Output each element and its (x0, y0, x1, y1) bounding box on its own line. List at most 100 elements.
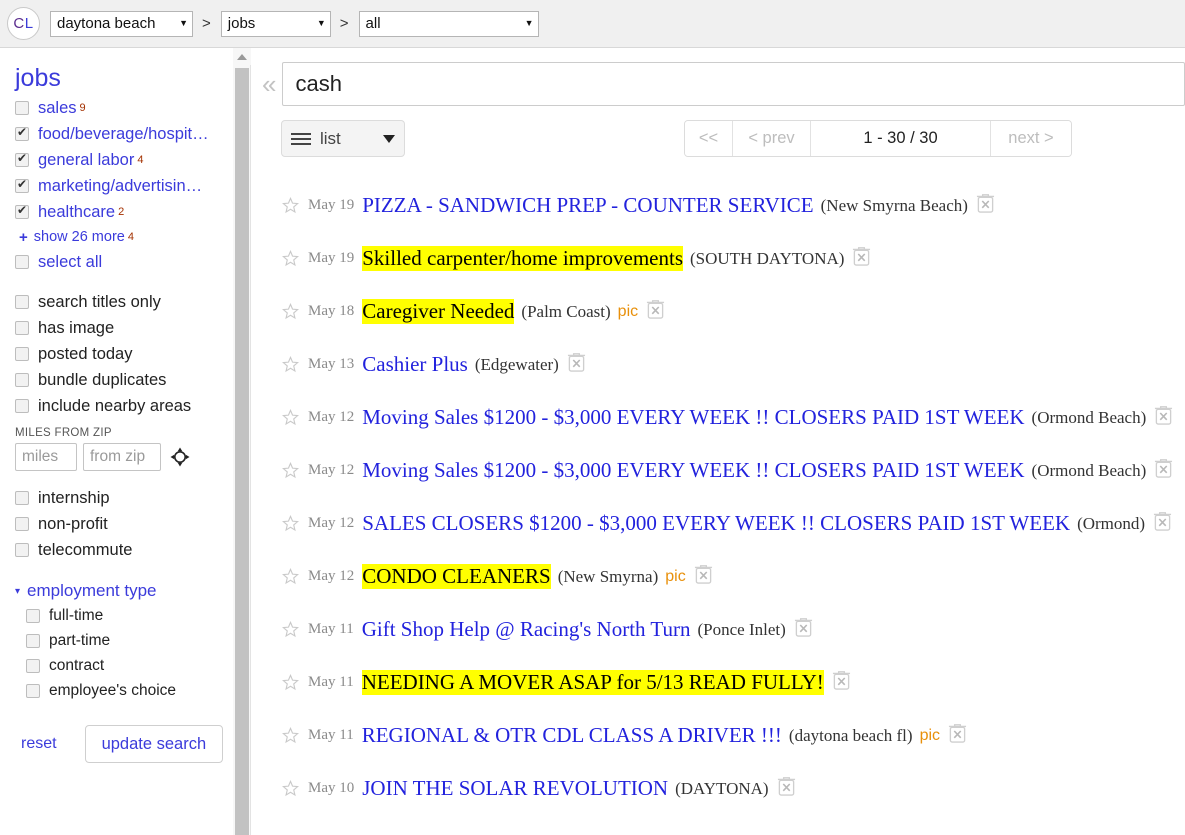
hide-listing-icon[interactable] (694, 564, 713, 584)
hide-listing-button[interactable] (686, 564, 713, 589)
scroll-up-button[interactable] (233, 48, 251, 65)
favorite-star-icon[interactable] (282, 780, 299, 797)
favorite-star-icon[interactable] (282, 515, 299, 532)
select-all-checkbox[interactable] (15, 255, 29, 269)
hide-listing-button[interactable] (638, 299, 665, 324)
sidebar-item-employment-1[interactable]: part-time (15, 628, 233, 653)
search-input[interactable] (282, 62, 1185, 106)
sidebar-item-employment-2[interactable]: contract (15, 653, 233, 678)
sidebar-item-employment-0[interactable]: full-time (15, 603, 233, 628)
listing-row[interactable]: May 11Gift Shop Help @ Racing's North Tu… (252, 603, 1185, 656)
sidebar-item-filter-1[interactable]: has image (15, 315, 233, 341)
hide-listing-button[interactable] (940, 723, 967, 748)
hide-listing-button[interactable] (559, 352, 586, 377)
hide-listing-button[interactable] (1146, 405, 1173, 430)
craigslist-logo[interactable]: CL (7, 7, 40, 40)
hide-listing-button[interactable] (769, 776, 796, 801)
favorite-star-icon[interactable] (282, 462, 299, 479)
miles-input[interactable]: miles (15, 443, 77, 471)
sidebar-item-select-all[interactable]: select all (15, 249, 233, 275)
hide-listing-icon[interactable] (1154, 458, 1173, 478)
checkbox[interactable] (26, 684, 40, 698)
checkbox[interactable] (15, 127, 29, 141)
sidebar-item-flag-0[interactable]: internship (15, 485, 233, 511)
checkbox[interactable] (15, 153, 29, 167)
checkbox[interactable] (15, 399, 29, 413)
sidebar-item-flag-2[interactable]: telecommute (15, 537, 233, 563)
checkbox[interactable] (15, 179, 29, 193)
hide-listing-icon[interactable] (852, 246, 871, 266)
sidebar-item-category-1[interactable]: food/beverage/hospit… (15, 121, 233, 147)
view-mode-select[interactable]: list (281, 120, 405, 157)
listing-title-link[interactable]: Cashier Plus (362, 352, 468, 377)
sidebar-item-category-0[interactable]: sales9 (15, 95, 233, 121)
hide-listing-icon[interactable] (832, 670, 851, 690)
hide-listing-button[interactable] (1145, 511, 1172, 536)
category-select[interactable]: jobs ▼ (221, 11, 331, 37)
sidebar-item-category-2[interactable]: general labor4 (15, 147, 233, 173)
listing-title-link[interactable]: JOIN THE SOLAR REVOLUTION (362, 776, 668, 801)
favorite-star-icon[interactable] (282, 727, 299, 744)
listing-row[interactable]: May 12SALES CLOSERS $1200 - $3,000 EVERY… (252, 497, 1185, 550)
listing-row[interactable]: May 11REGIONAL & OTR CDL CLASS A DRIVER … (252, 709, 1185, 762)
listing-row[interactable]: May 18Caregiver Needed(Palm Coast)pic (252, 285, 1185, 338)
favorite-star-icon[interactable] (282, 568, 299, 585)
hide-listing-icon[interactable] (794, 617, 813, 637)
listing-row[interactable]: May 12Moving Sales $1200 - $3,000 EVERY … (252, 391, 1185, 444)
show-more-categories[interactable]: + show 26 more 4 (15, 225, 233, 249)
checkbox[interactable] (15, 373, 29, 387)
sidebar-item-category-4[interactable]: healthcare2 (15, 199, 233, 225)
listing-row[interactable]: May 13Cashier Plus(Edgewater) (252, 338, 1185, 391)
listing-row[interactable]: May 12CONDO CLEANERS(New Smyrna)pic (252, 550, 1185, 603)
next-page-button[interactable]: next > (991, 121, 1071, 156)
hide-listing-icon[interactable] (1154, 405, 1173, 425)
sidebar-item-flag-1[interactable]: non-profit (15, 511, 233, 537)
listing-title-link[interactable]: SALES CLOSERS $1200 - $3,000 EVERY WEEK … (362, 511, 1070, 536)
favorite-star-icon[interactable] (282, 674, 299, 691)
checkbox[interactable] (15, 543, 29, 557)
checkbox[interactable] (26, 659, 40, 673)
hide-listing-icon[interactable] (948, 723, 967, 743)
sidebar-scrollbar[interactable] (233, 48, 251, 835)
hide-listing-button[interactable] (844, 246, 871, 271)
favorite-star-icon[interactable] (282, 409, 299, 426)
listing-row[interactable]: May 11NEEDING A MOVER ASAP for 5/13 READ… (252, 656, 1185, 709)
prev-page-button[interactable]: < prev (733, 121, 811, 156)
checkbox[interactable] (26, 634, 40, 648)
checkbox[interactable] (15, 491, 29, 505)
hide-listing-icon[interactable] (646, 299, 665, 319)
reset-button[interactable]: reset (21, 735, 57, 753)
hide-listing-icon[interactable] (1153, 511, 1172, 531)
hide-listing-icon[interactable] (567, 352, 586, 372)
hide-listing-icon[interactable] (976, 193, 995, 213)
sidebar-item-category-3[interactable]: marketing/advertisin… (15, 173, 233, 199)
listing-row[interactable]: May 19Skilled carpenter/home improvement… (252, 232, 1185, 285)
checkbox[interactable] (15, 347, 29, 361)
favorite-star-icon[interactable] (282, 621, 299, 638)
hide-listing-button[interactable] (968, 193, 995, 218)
hide-listing-icon[interactable] (777, 776, 796, 796)
update-search-button[interactable]: update search (85, 725, 224, 763)
checkbox[interactable] (26, 609, 40, 623)
listing-title-link[interactable]: Moving Sales $1200 - $3,000 EVERY WEEK !… (362, 405, 1024, 430)
favorite-star-icon[interactable] (282, 250, 299, 267)
listing-title-link[interactable]: CONDO CLEANERS (362, 564, 550, 589)
subcategory-select[interactable]: all ▼ (359, 11, 539, 37)
employment-type-header[interactable]: ▾ employment type (15, 581, 233, 601)
collapse-sidebar-icon[interactable]: « (262, 62, 276, 106)
listing-title-link[interactable]: PIZZA - SANDWICH PREP - COUNTER SERVICE (362, 193, 813, 218)
checkbox[interactable] (15, 295, 29, 309)
checkbox[interactable] (15, 321, 29, 335)
sidebar-item-filter-2[interactable]: posted today (15, 341, 233, 367)
listing-title-link[interactable]: REGIONAL & OTR CDL CLASS A DRIVER !!! (362, 723, 782, 748)
checkbox[interactable] (15, 101, 29, 115)
listing-row[interactable]: May 12Moving Sales $1200 - $3,000 EVERY … (252, 444, 1185, 497)
zip-input[interactable]: from zip (83, 443, 161, 471)
city-select[interactable]: daytona beach ▼ (50, 11, 193, 37)
hide-listing-button[interactable] (824, 670, 851, 695)
listing-title-link[interactable]: Caregiver Needed (362, 299, 514, 324)
sidebar-item-filter-0[interactable]: search titles only (15, 289, 233, 315)
checkbox[interactable] (15, 517, 29, 531)
scrollbar-thumb[interactable] (235, 68, 249, 835)
hide-listing-button[interactable] (786, 617, 813, 642)
